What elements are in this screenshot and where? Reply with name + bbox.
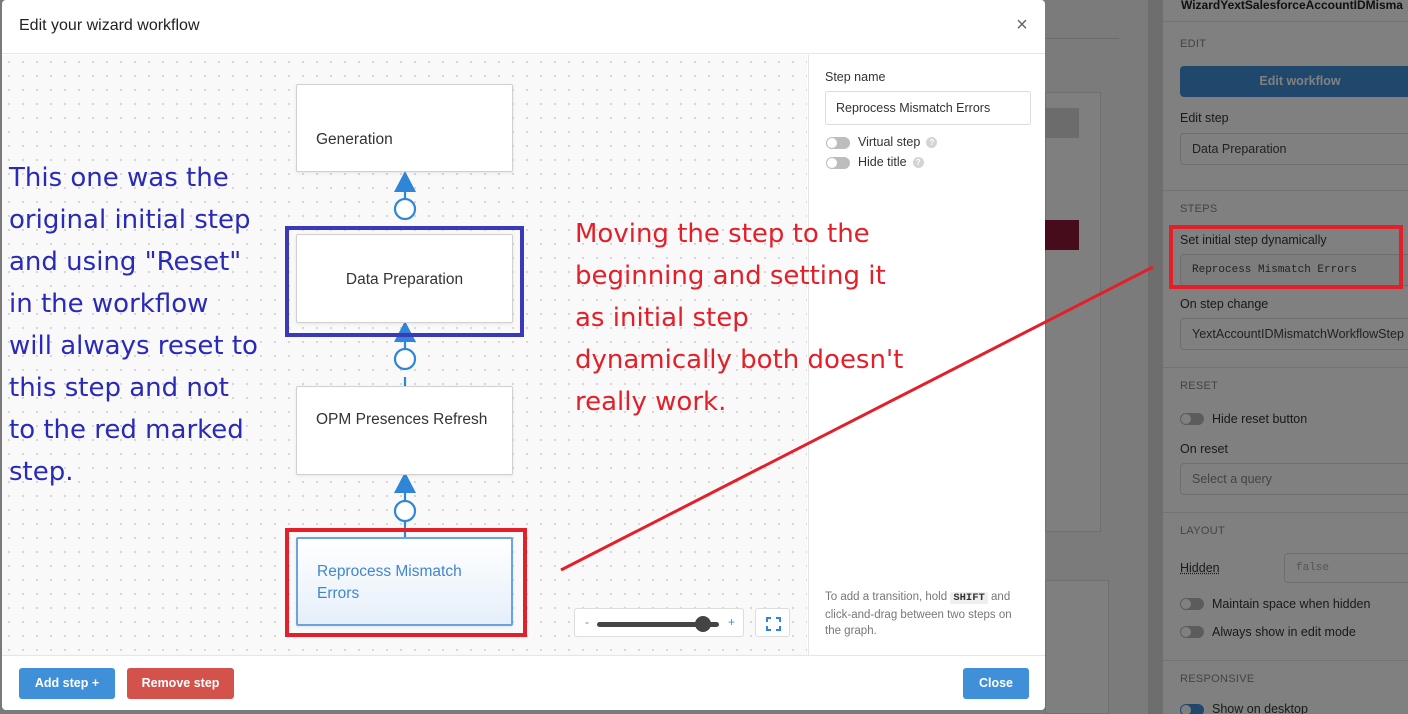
annotation-line: in the workflow — [9, 289, 209, 319]
annotation-line: really work. — [575, 387, 727, 417]
component-name: WizardYextSalesforceAccountIDMisma — [1163, 0, 1408, 22]
workflow-node-selected[interactable]: Reprocess Mismatch Errors — [296, 537, 513, 626]
edit-workflow-button[interactable]: Edit workflow — [1180, 66, 1408, 97]
annotation-line: dynamically both doesn't — [575, 345, 904, 375]
virtual-step-toggle[interactable] — [826, 137, 850, 149]
node-label: Data Preparation — [345, 271, 464, 288]
connector-handle[interactable] — [393, 499, 417, 523]
hide-reset-label: Hide reset button — [1212, 412, 1308, 426]
section-divider — [1163, 367, 1408, 368]
section-heading-layout: LAYOUT — [1180, 525, 1225, 537]
zoom-out-button[interactable]: - — [585, 615, 589, 629]
step-name-input[interactable]: Reprocess Mismatch Errors — [825, 91, 1031, 125]
hidden-label: Hidden — [1180, 561, 1220, 575]
show-desktop-label: Show on desktop — [1212, 702, 1308, 714]
annotation-line: and using "Reset" — [9, 247, 242, 277]
set-initial-step-input[interactable]: Reprocess Mismatch Errors — [1180, 254, 1408, 286]
red-annotation: Moving the step to the beginning and set… — [575, 213, 903, 423]
annotation-line: as initial step — [575, 303, 749, 333]
edit-step-select[interactable]: Data Preparation — [1180, 133, 1408, 165]
annotation-line: This one was the — [9, 163, 229, 193]
node-label: Reprocess Mismatch Errors — [317, 563, 462, 602]
modal-footer: Add step + Remove step Close — [2, 655, 1045, 710]
arrow-up-icon — [394, 321, 416, 342]
workflow-node[interactable]: OPM Presences Refresh — [296, 386, 513, 475]
set-initial-step-label: Set initial step dynamically — [1180, 233, 1327, 247]
annotation-line: step. — [9, 457, 74, 487]
section-heading-reset: RESET — [1180, 380, 1219, 392]
on-step-change-select[interactable]: YextAccountIDMismatchWorkflowStep — [1180, 318, 1408, 350]
zoom-in-button[interactable]: + — [728, 615, 735, 629]
hide-title-label: Hide title — [858, 155, 907, 169]
node-label: OPM Presences Refresh — [316, 411, 488, 428]
inspector-gutter — [1148, 0, 1162, 714]
section-heading-steps: STEPS — [1180, 203, 1218, 215]
close-button[interactable]: Close — [963, 668, 1029, 699]
annotation-line: to the red marked — [9, 415, 244, 445]
hidden-input[interactable]: false — [1284, 553, 1408, 583]
on-reset-select[interactable]: Select a query — [1180, 463, 1408, 495]
help-icon[interactable]: ? — [912, 157, 924, 168]
workflow-node[interactable]: Generation — [296, 84, 513, 172]
section-divider — [1163, 190, 1408, 191]
connector-handle[interactable] — [393, 347, 417, 371]
annotation-line: will always reset to — [9, 331, 258, 361]
zoom-slider-thumb[interactable] — [695, 616, 711, 632]
inspector-panel: WizardYextSalesforceAccountIDMisma EDIT … — [1162, 0, 1408, 714]
hide-reset-toggle[interactable] — [1180, 413, 1204, 425]
on-reset-label: On reset — [1180, 442, 1228, 456]
transition-hint: To add a transition, hold SHIFT and clic… — [825, 589, 1030, 640]
section-heading-edit: EDIT — [1180, 38, 1207, 50]
arrow-up-icon — [394, 472, 416, 493]
hide-title-toggle[interactable] — [826, 157, 850, 169]
annotation-line: original initial step — [9, 205, 251, 235]
zoom-control: - + — [574, 608, 744, 637]
annotation-line: beginning and setting it — [575, 261, 886, 291]
always-show-toggle[interactable] — [1180, 626, 1204, 638]
fullscreen-icon — [766, 617, 781, 631]
add-step-button[interactable]: Add step + — [19, 668, 115, 699]
workflow-node[interactable]: Data Preparation — [296, 234, 513, 323]
hide-title-row: Hide title? — [858, 155, 924, 169]
blue-annotation: This one was the original initial step a… — [9, 157, 258, 493]
close-icon[interactable]: × — [1011, 14, 1033, 36]
step-name-label: Step name — [825, 70, 886, 84]
modal-title: Edit your wizard workflow — [19, 17, 200, 34]
arrow-up-icon — [394, 171, 416, 192]
hint-text: To add a transition, hold — [825, 591, 948, 603]
maintain-space-label: Maintain space when hidden — [1212, 597, 1371, 611]
on-step-change-label: On step change — [1180, 297, 1269, 311]
edit-step-label: Edit step — [1180, 111, 1229, 125]
section-heading-responsive: RESPONSIVE — [1180, 673, 1255, 685]
show-desktop-toggle[interactable] — [1180, 704, 1204, 714]
annotation-line: this step and not — [9, 373, 229, 403]
always-show-label: Always show in edit mode — [1212, 625, 1356, 639]
section-divider — [1163, 512, 1408, 513]
virtual-step-row: Virtual step? — [858, 135, 938, 149]
connector-handle[interactable] — [393, 197, 417, 221]
annotation-line: Moving the step to the — [575, 219, 870, 249]
maintain-space-toggle[interactable] — [1180, 598, 1204, 610]
node-label: Generation — [316, 131, 393, 148]
fit-view-button[interactable] — [755, 608, 790, 637]
section-divider — [1163, 660, 1408, 661]
virtual-step-label: Virtual step — [858, 135, 921, 149]
modal-header: Edit your wizard workflow × — [2, 0, 1045, 54]
shift-key: SHIFT — [950, 592, 988, 604]
help-icon[interactable]: ? — [926, 137, 938, 148]
remove-step-button[interactable]: Remove step — [127, 668, 234, 699]
